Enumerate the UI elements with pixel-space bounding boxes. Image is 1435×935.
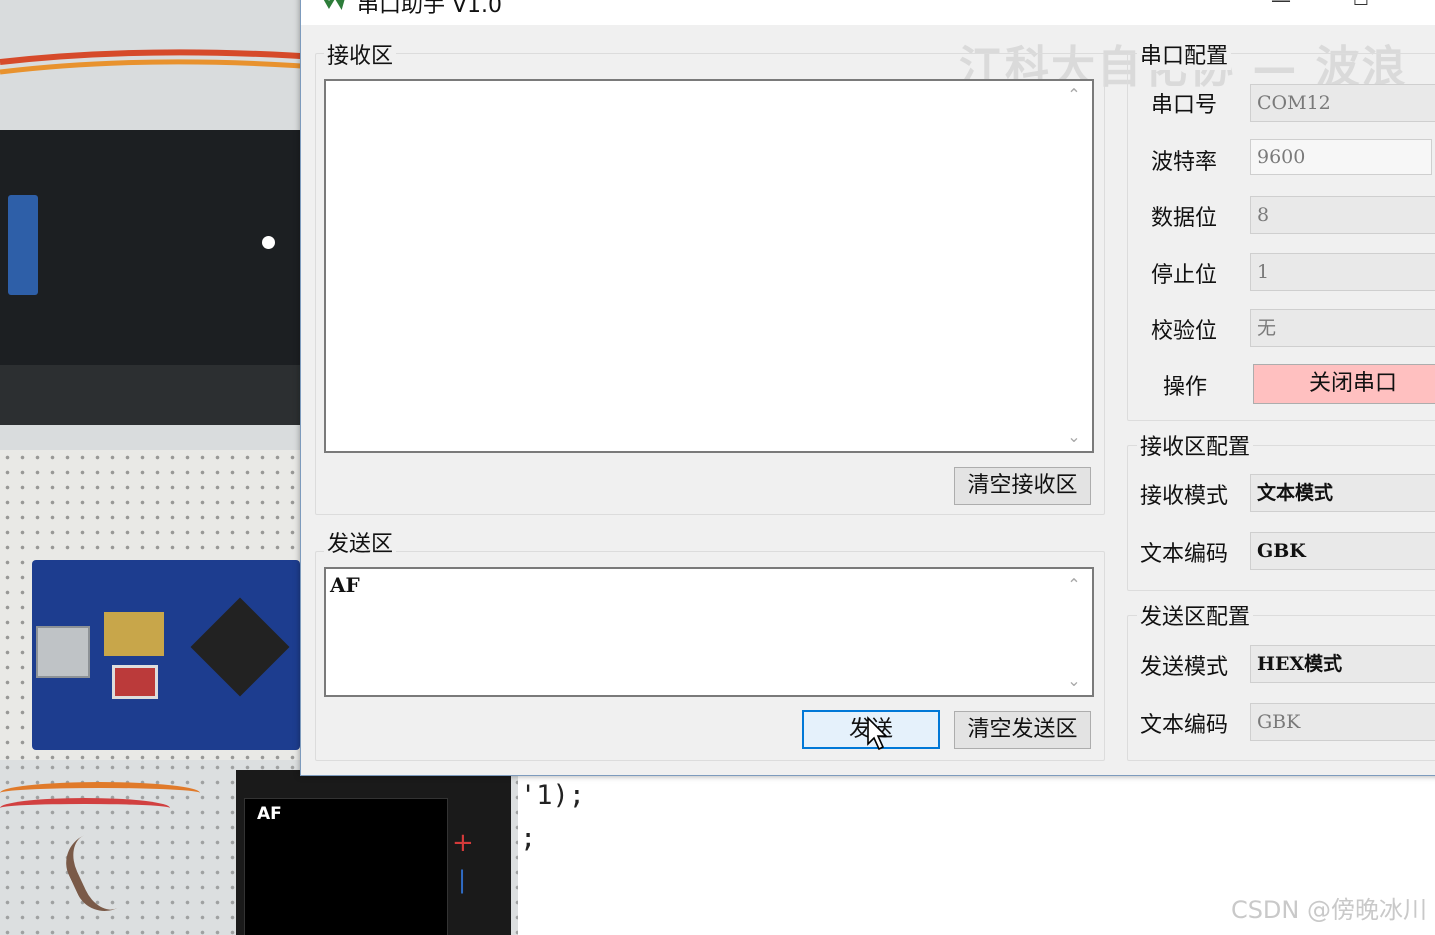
reset-button (112, 665, 158, 699)
receive-config-title: 接收区配置 (1137, 429, 1254, 461)
send-encoding-select[interactable]: GBK (1250, 703, 1435, 741)
operation-label: 操作 (1163, 375, 1208, 400)
serial-config-title: 串口配置 (1137, 38, 1232, 70)
receive-encoding-select[interactable]: GBK (1250, 532, 1435, 570)
jumper-block (104, 612, 164, 656)
code-line: '1); (520, 780, 586, 811)
window-title: 串口助手 V1.0 (357, 0, 503, 18)
serial-assistant-window: 串口助手 V1.0 — ☐ 江科大自化协 — 波浪 接收区 ⌃ ⌄ 清空接收区 … (300, 0, 1435, 776)
usb-connector (8, 195, 38, 295)
parity-select[interactable]: 无 (1250, 309, 1435, 347)
port-label: 串口号 (1151, 93, 1218, 118)
receive-group-title: 接收区 (324, 38, 397, 70)
stopbits-label: 停止位 (1151, 263, 1218, 288)
receive-encoding-label: 文本编码 (1140, 542, 1229, 567)
minimize-button[interactable]: — (1261, 0, 1301, 13)
chevron-up-icon[interactable]: ⌃ (1066, 87, 1082, 103)
minus-rail-sign: | (458, 866, 467, 894)
mouse-cursor-icon (867, 716, 888, 751)
receive-mode-label: 接收模式 (1140, 484, 1229, 509)
port-select[interactable]: COM12 (1250, 84, 1435, 122)
clear-send-button[interactable]: 清空发送区 (954, 711, 1091, 749)
dark-panel (0, 130, 300, 365)
send-encoding-label: 文本编码 (1140, 713, 1229, 738)
clear-receive-button[interactable]: 清空接收区 (954, 467, 1091, 505)
baud-label: 波特率 (1151, 150, 1218, 175)
chevron-up-icon[interactable]: ⌃ (1066, 577, 1082, 593)
close-port-button[interactable]: 关闭串口 (1253, 364, 1435, 404)
led-light (262, 236, 275, 249)
maximize-button[interactable]: ☐ (1341, 0, 1381, 13)
app-icon (323, 0, 345, 10)
send-content: AF (330, 573, 360, 597)
receive-textarea[interactable]: ⌃ ⌄ (324, 79, 1094, 453)
wire-red (0, 798, 170, 818)
send-mode-label: 发送模式 (1140, 655, 1229, 680)
chevron-down-icon[interactable]: ⌄ (1066, 429, 1082, 445)
chevron-down-icon[interactable]: ⌄ (1066, 673, 1082, 689)
title-bar: 串口助手 V1.0 — ☐ (301, 0, 1435, 25)
baud-input[interactable]: 9600 (1250, 139, 1432, 175)
receive-mode-select[interactable]: 文本模式 (1250, 474, 1435, 512)
wires-top (0, 49, 330, 75)
databits-label: 数据位 (1151, 206, 1218, 231)
send-group-title: 发送区 (324, 526, 397, 558)
send-config-title: 发送区配置 (1137, 599, 1254, 631)
databits-select[interactable]: 8 (1250, 196, 1435, 234)
csdn-watermark: CSDN @傍晚冰川 (1230, 896, 1427, 924)
dark-strip (0, 365, 300, 425)
send-mode-select[interactable]: HEX模式 (1250, 645, 1435, 683)
send-textarea[interactable]: AF ⌃ ⌄ (324, 567, 1094, 697)
oled-display-text: AF (257, 804, 282, 824)
parity-label: 校验位 (1151, 319, 1218, 344)
micro-usb-port (36, 626, 90, 678)
stopbits-select[interactable]: 1 (1250, 253, 1435, 291)
plus-rail-sign: + (452, 828, 474, 858)
code-line: ; (520, 823, 537, 854)
